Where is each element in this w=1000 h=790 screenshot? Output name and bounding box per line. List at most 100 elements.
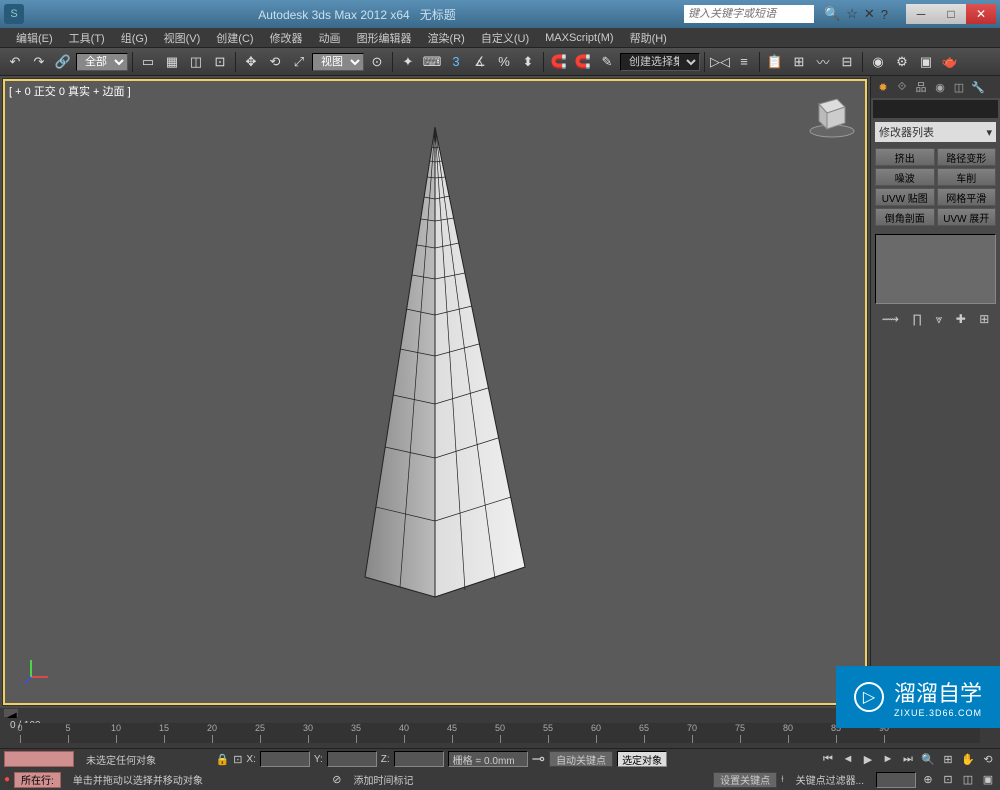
zoom-extents-icon[interactable]: ⊡ xyxy=(940,772,956,788)
add-time-tag[interactable]: 添加时间标记 xyxy=(345,772,421,787)
redo-button[interactable]: ↷ xyxy=(28,51,50,73)
app-icon[interactable]: S xyxy=(4,4,24,24)
select-move-button[interactable]: ✥ xyxy=(240,51,262,73)
time-tag-icon[interactable]: ⊘ xyxy=(332,773,341,786)
zoom-icon[interactable]: 🔍 xyxy=(920,751,936,767)
menu-graph-editors[interactable]: 图形编辑器 xyxy=(349,28,420,48)
mod-uvwmap-button[interactable]: UVW 贴图 xyxy=(875,188,935,206)
menu-modifiers[interactable]: 修改器 xyxy=(262,28,311,48)
pin-stack-icon[interactable]: ⟿ xyxy=(882,312,899,327)
link-button[interactable]: 🔗 xyxy=(52,51,74,73)
key-filters-icon[interactable]: ⟊ xyxy=(781,774,784,785)
modify-tab[interactable]: ⟐ xyxy=(894,79,910,95)
render-button[interactable]: 🫖 xyxy=(939,51,961,73)
display-tab[interactable]: ◫ xyxy=(951,79,967,95)
x-coord-field[interactable] xyxy=(260,751,310,767)
window-crossing-button[interactable]: ⊡ xyxy=(209,51,231,73)
mirror-button[interactable]: ▷◁ xyxy=(709,51,731,73)
keyboard-shortcut-button[interactable]: ⌨ xyxy=(421,51,443,73)
select-name-button[interactable]: ▦ xyxy=(161,51,183,73)
make-unique-icon[interactable]: ⩔ xyxy=(936,312,943,327)
mod-pathdeform-button[interactable]: 路径变形 xyxy=(937,148,997,166)
motion-tab[interactable]: ◉ xyxy=(932,79,948,95)
scrollbar-left[interactable]: ◄ xyxy=(4,709,18,717)
menu-create[interactable]: 创建(C) xyxy=(208,28,261,48)
viewcube[interactable] xyxy=(807,89,857,139)
remove-mod-icon[interactable]: ✚ xyxy=(956,312,966,327)
mod-lathe-button[interactable]: 车削 xyxy=(937,168,997,186)
goto-end-icon[interactable]: ⏭ xyxy=(900,751,916,767)
menu-help[interactable]: 帮助(H) xyxy=(622,28,675,48)
menu-customize[interactable]: 自定义(U) xyxy=(473,28,537,48)
zoom-all-icon[interactable]: ⊞ xyxy=(940,751,956,767)
window-close-button[interactable]: ✕ xyxy=(966,4,996,24)
fov-icon[interactable]: ◫ xyxy=(960,772,976,788)
help-search-input[interactable] xyxy=(684,5,814,23)
modifier-list-dropdown[interactable]: 修改器列表▾ xyxy=(875,122,996,142)
mod-noise-button[interactable]: 噪波 xyxy=(875,168,935,186)
pyramid-object[interactable] xyxy=(305,117,565,617)
key-icon[interactable]: ⊸ xyxy=(532,749,545,769)
max-toggle-icon[interactable]: ▣ xyxy=(980,772,996,788)
script-indicator[interactable]: ● xyxy=(4,774,10,785)
menu-render[interactable]: 渲染(R) xyxy=(420,28,473,48)
exchange-icon[interactable]: ✕ xyxy=(864,6,875,22)
time-slider-bg[interactable] xyxy=(4,751,74,767)
mod-unwrap-button[interactable]: UVW 展开 xyxy=(937,208,997,226)
script-listener-button[interactable]: 所在行: xyxy=(14,772,61,788)
menu-edit[interactable]: 编辑(E) xyxy=(8,28,61,48)
arc-rotate-icon[interactable]: ⟲ xyxy=(980,751,996,767)
y-coord-field[interactable] xyxy=(327,751,377,767)
select-region-button[interactable]: ◫ xyxy=(185,51,207,73)
next-frame-icon[interactable]: ► xyxy=(880,751,896,767)
graphite-button[interactable]: ⊞ xyxy=(788,51,810,73)
render-frame-button[interactable]: ▣ xyxy=(915,51,937,73)
align-button[interactable]: ≡ xyxy=(733,51,755,73)
time-config-icon[interactable]: ⊕ xyxy=(920,772,936,788)
modifier-stack[interactable] xyxy=(875,234,996,304)
ref-coord-dropdown[interactable]: 视图 xyxy=(312,53,364,71)
selection-filter-dropdown[interactable]: 全部 xyxy=(76,53,128,71)
spinner-snap-button[interactable]: ⬍ xyxy=(517,51,539,73)
utilities-tab[interactable]: 🔧 xyxy=(970,79,986,95)
schematic-button[interactable]: ⊟ xyxy=(836,51,858,73)
named-selection-dropdown[interactable]: 创建选择集 xyxy=(620,53,700,71)
select-rotate-button[interactable]: ⟲ xyxy=(264,51,286,73)
goto-start-icon[interactable]: ⏮ xyxy=(820,751,836,767)
help-icon[interactable]: ? xyxy=(881,7,888,22)
window-minimize-button[interactable]: ─ xyxy=(906,4,936,24)
object-name-field[interactable] xyxy=(873,100,998,118)
magnet-icon[interactable]: 🧲 xyxy=(548,51,570,73)
prev-frame-icon[interactable]: ◄ xyxy=(840,751,856,767)
menu-group[interactable]: 组(G) xyxy=(113,28,156,48)
pivot-button[interactable]: ⊙ xyxy=(366,51,388,73)
menu-animation[interactable]: 动画 xyxy=(311,28,349,48)
manipulate-button[interactable]: ✦ xyxy=(397,51,419,73)
mod-bevelprofile-button[interactable]: 倒角剖面 xyxy=(875,208,935,226)
lock-icon[interactable]: 🔒 xyxy=(215,753,229,766)
material-editor-button[interactable]: ◉ xyxy=(867,51,889,73)
play-icon[interactable]: ▶ xyxy=(860,751,876,767)
mod-meshsmooth-button[interactable]: 网格平滑 xyxy=(937,188,997,206)
curve-editor-button[interactable]: 〰 xyxy=(812,51,834,73)
angle-snap-button[interactable]: ∡ xyxy=(469,51,491,73)
edit-named-sel-button[interactable]: ✎ xyxy=(596,51,618,73)
render-setup-button[interactable]: ⚙ xyxy=(891,51,913,73)
pan-icon[interactable]: ✋ xyxy=(960,751,976,767)
layers-button[interactable]: 📋 xyxy=(764,51,786,73)
current-frame-field[interactable] xyxy=(876,772,916,788)
undo-button[interactable]: ↶ xyxy=(4,51,26,73)
hierarchy-tab[interactable]: 品 xyxy=(913,79,929,95)
auto-key-button[interactable]: 自动关键点 xyxy=(549,751,613,767)
configure-sets-icon[interactable]: ⊞ xyxy=(979,312,989,327)
select-object-button[interactable]: ▭ xyxy=(137,51,159,73)
percent-snap-button[interactable]: % xyxy=(493,51,515,73)
key-filters-button[interactable]: 关键点过滤器... xyxy=(788,772,872,787)
set-key-button[interactable]: 设置关键点 xyxy=(713,772,777,788)
create-tab[interactable]: ✹ xyxy=(875,79,891,95)
viewport[interactable]: [ + 0 正交 0 真实 + 边面 ] xyxy=(2,78,868,706)
search-icon[interactable]: 🔍 xyxy=(824,6,840,22)
select-scale-button[interactable]: ⤢ xyxy=(288,51,310,73)
snap-toggle-button[interactable]: 3 xyxy=(445,51,467,73)
selected-field[interactable]: 选定对象 xyxy=(617,751,667,767)
